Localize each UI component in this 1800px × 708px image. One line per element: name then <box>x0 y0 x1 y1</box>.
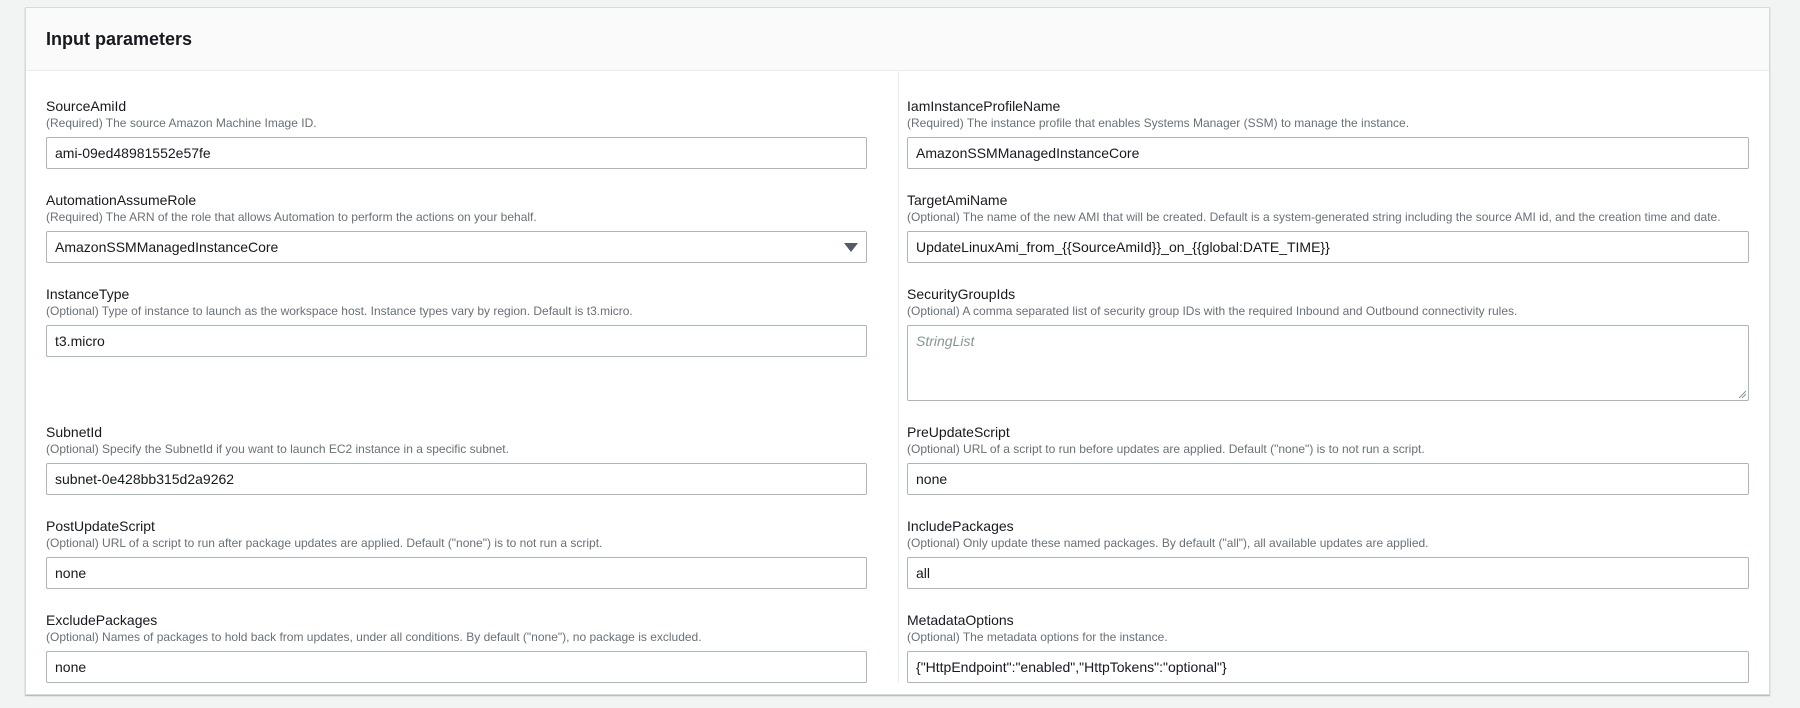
field-label: TargetAmiName <box>907 192 1008 208</box>
source-ami-id-input[interactable]: ami-09ed48981552e57fe <box>46 137 868 169</box>
field-description: (Required) The instance profile that ena… <box>907 116 1410 130</box>
textarea-placeholder: StringList <box>916 333 975 349</box>
field-pre-update-script: PreUpdateScript (Optional) URL of a scri… <box>907 423 1749 495</box>
instance-type-input[interactable]: t3.micro <box>46 325 868 357</box>
column-divider <box>898 71 899 683</box>
field-label: IamInstanceProfileName <box>907 98 1061 114</box>
field-label: MetadataOptions <box>907 612 1014 628</box>
iam-instance-profile-name-input[interactable]: AmazonSSMManagedInstanceCore <box>907 137 1749 169</box>
field-description: (Required) The ARN of the role that allo… <box>46 210 537 224</box>
field-label: SecurityGroupIds <box>907 286 1016 302</box>
caret-down-icon <box>844 243 859 252</box>
field-description: (Optional) A comma separated list of sec… <box>907 304 1518 318</box>
field-label: InstanceType <box>46 286 130 302</box>
field-label: PreUpdateScript <box>907 424 1010 440</box>
field-security-group-ids: SecurityGroupIds (Optional) A comma sepa… <box>907 285 1749 401</box>
field-description: (Required) The source Amazon Machine Ima… <box>46 116 317 130</box>
left-column: SourceAmiId (Required) The source Amazon… <box>26 71 887 695</box>
field-description: (Optional) URL of a script to run after … <box>46 536 603 550</box>
field-label: SubnetId <box>46 424 103 440</box>
field-label: PostUpdateScript <box>46 518 155 534</box>
field-automation-assume-role: AutomationAssumeRole (Required) The ARN … <box>46 191 868 263</box>
field-description: (Optional) The name of the new AMI that … <box>907 210 1721 224</box>
resize-handle-icon[interactable] <box>1738 390 1746 398</box>
select-value: AmazonSSMManagedInstanceCore <box>55 239 279 255</box>
panel-title: Input parameters <box>46 29 193 49</box>
field-description: (Optional) Specify the SubnetId if you w… <box>46 442 509 456</box>
field-description: (Optional) URL of a script to run before… <box>907 442 1425 456</box>
metadata-options-input[interactable]: {"HttpEndpoint":"enabled","HttpTokens":"… <box>907 651 1749 683</box>
field-source-ami-id: SourceAmiId (Required) The source Amazon… <box>46 97 868 169</box>
field-description: (Optional) Type of instance to launch as… <box>46 304 633 318</box>
input-parameters-panel: Input parameters SourceAmiId (Required) … <box>25 7 1770 695</box>
security-group-ids-textarea[interactable]: StringList <box>907 325 1749 401</box>
row-spacer <box>46 357 867 401</box>
field-description: (Optional) Only update these named packa… <box>907 536 1429 550</box>
target-ami-name-input[interactable]: UpdateLinuxAmi_from_{{SourceAmiId}}_on_{… <box>907 231 1749 263</box>
field-description: (Optional) The metadata options for the … <box>907 630 1168 644</box>
field-label: SourceAmiId <box>46 98 127 114</box>
field-iam-instance-profile-name: IamInstanceProfileName (Required) The in… <box>907 97 1749 169</box>
panel-header: Input parameters <box>26 8 1769 71</box>
subnet-id-input[interactable]: subnet-0e428bb315d2a9262 <box>46 463 868 495</box>
field-include-packages: IncludePackages (Optional) Only update t… <box>907 517 1749 589</box>
field-target-ami-name: TargetAmiName (Optional) The name of the… <box>907 191 1749 263</box>
post-update-script-input[interactable]: none <box>46 557 868 589</box>
field-label: ExcludePackages <box>46 612 158 628</box>
exclude-packages-input[interactable]: none <box>46 651 868 683</box>
field-metadata-options: MetadataOptions (Optional) The metadata … <box>907 611 1749 683</box>
field-label: IncludePackages <box>907 518 1014 534</box>
include-packages-input[interactable]: all <box>907 557 1749 589</box>
field-instance-type: InstanceType (Optional) Type of instance… <box>46 285 868 401</box>
automation-assume-role-select[interactable]: AmazonSSMManagedInstanceCore <box>46 231 868 263</box>
field-subnet-id: SubnetId (Optional) Specify the SubnetId… <box>46 423 868 495</box>
parameters-columns: SourceAmiId (Required) The source Amazon… <box>26 71 1769 695</box>
field-post-update-script: PostUpdateScript (Optional) URL of a scr… <box>46 517 868 589</box>
right-column: IamInstanceProfileName (Required) The in… <box>887 71 1769 695</box>
field-label: AutomationAssumeRole <box>46 192 197 208</box>
field-exclude-packages: ExcludePackages (Optional) Names of pack… <box>46 611 868 683</box>
pre-update-script-input[interactable]: none <box>907 463 1749 495</box>
field-description: (Optional) Names of packages to hold bac… <box>46 630 702 644</box>
